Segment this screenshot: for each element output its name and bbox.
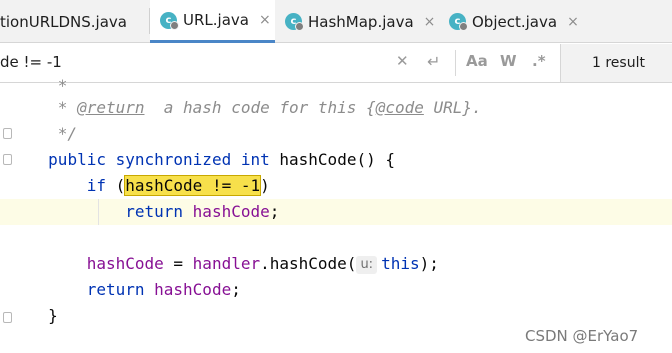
code-line: public synchronized int hashCode() { — [48, 150, 395, 169]
class-icon: c — [160, 11, 179, 30]
code-line-current: return hashCode; — [0, 199, 672, 225]
close-icon[interactable]: × — [567, 14, 579, 30]
code-editor[interactable]: * * @return a hash code for this {@code … — [0, 76, 672, 353]
tab-label: HashMap.java — [308, 12, 414, 31]
editor-tab-bar: tionURLDNS.java c URL.java × c HashMap.j… — [0, 0, 672, 43]
clear-search-icon[interactable]: ✕ — [396, 52, 409, 70]
search-result-count: 1 result — [592, 55, 645, 71]
code-line: hashCode = handler.hashCode(u: this); — [86, 254, 439, 274]
tab-hashmap-java[interactable]: c HashMap.java × — [282, 0, 437, 43]
code-line: */ — [57, 124, 78, 143]
match-case-toggle[interactable]: Aa — [466, 52, 488, 70]
search-input[interactable]: de != -1 — [0, 53, 62, 71]
tab-label: URL.java — [183, 11, 249, 29]
parameter-hint: u: — [356, 256, 378, 274]
watermark: CSDN @ErYao7 — [525, 327, 639, 345]
tab-object-java[interactable]: c Object.java × — [446, 0, 596, 43]
class-icon: c — [285, 13, 304, 31]
tab-label: Object.java — [472, 12, 558, 31]
tab-label: tionURLDNS.java — [0, 12, 127, 31]
regex-toggle[interactable]: .* — [532, 52, 546, 70]
tab-url-java[interactable]: c URL.java × — [150, 0, 275, 43]
code-line: if (hashCode != -1) — [86, 175, 270, 196]
code-line: } — [48, 306, 58, 325]
close-icon[interactable]: × — [424, 14, 436, 30]
class-icon: c — [449, 13, 468, 31]
indent-guide — [98, 199, 99, 225]
code-line: * @return a hash code for this {@code UR… — [57, 98, 482, 117]
close-icon[interactable]: × — [259, 12, 271, 28]
new-line-icon[interactable]: ↵ — [427, 52, 440, 71]
code-line: return hashCode; — [86, 280, 241, 299]
tab-urldns[interactable]: tionURLDNS.java — [0, 0, 148, 43]
whole-words-toggle[interactable]: W — [500, 52, 517, 70]
search-match-highlight: hashCode != -1 — [124, 175, 262, 196]
